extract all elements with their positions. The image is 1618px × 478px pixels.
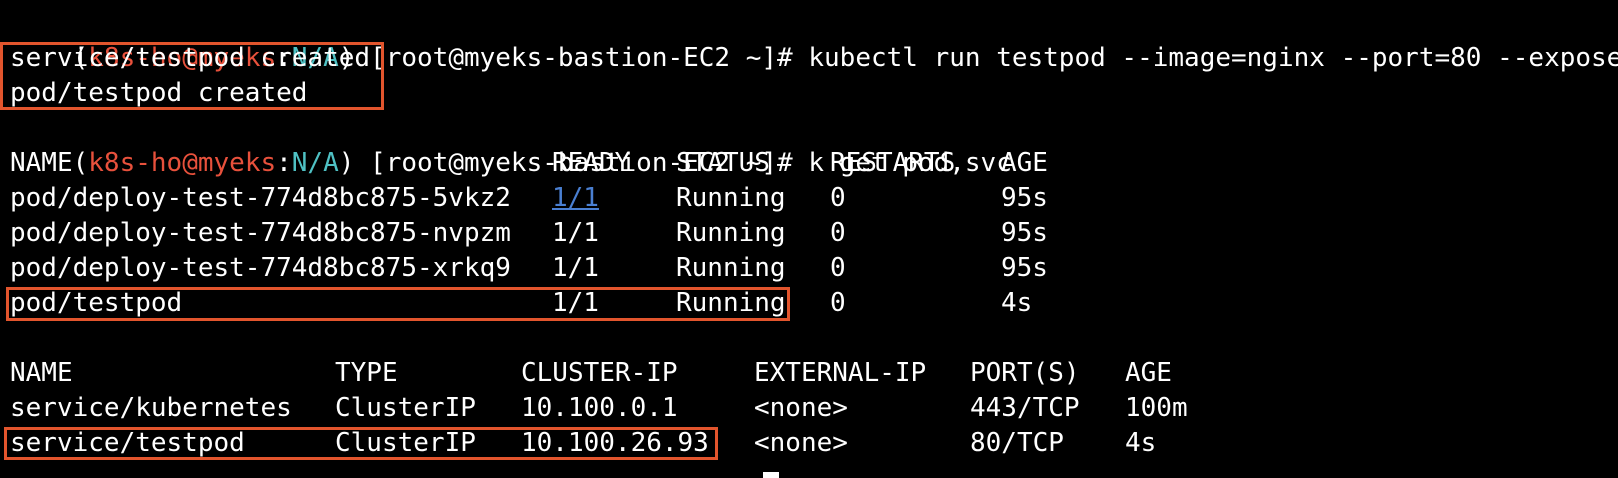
terminal-window[interactable]: (k8s-ho@myeks:N/A) [root@myeks-bastion-E… — [0, 0, 1618, 478]
svc-age: 100m — [1125, 393, 1188, 423]
pod-name: pod/deploy-test-774d8bc875-5vkz2 — [10, 183, 511, 213]
header-name: NAME — [10, 148, 73, 178]
pod-age: 95s — [1001, 218, 1048, 248]
pod-restarts: 0 — [830, 183, 846, 213]
pod-name: pod/deploy-test-774d8bc875-nvpzm — [10, 218, 511, 248]
pod-age: 95s — [1001, 183, 1048, 213]
pod-status: Running — [676, 218, 786, 248]
pod-name: pod/deploy-test-774d8bc875-xrkq9 — [10, 253, 511, 283]
pod-ready: 1/1 — [552, 218, 599, 248]
pod-ready: 1/1 — [552, 253, 599, 283]
command-line-1: (k8s-ho@myeks:N/A) [root@myeks-bastion-E… — [10, 6, 1618, 73]
pod-age: 95s — [1001, 253, 1048, 283]
header-ports: PORT(S) — [970, 358, 1080, 388]
output-line-service-created: service/testpod created — [10, 43, 371, 73]
header-cluster-ip: CLUSTER-IP — [521, 358, 678, 388]
table-row: pod/deploy-test-774d8bc875-nvpzm 1/1 Run… — [10, 216, 1600, 251]
pod-status: Running — [676, 253, 786, 283]
output-line-pod-created: pod/testpod created — [10, 78, 308, 108]
header-age: AGE — [1001, 148, 1048, 178]
pod-restarts: 0 — [830, 253, 846, 283]
pod-ready-link[interactable]: 1/1 — [552, 181, 599, 216]
svc-cluster-ip: 10.100.0.1 — [521, 393, 678, 423]
header-age: AGE — [1125, 358, 1172, 388]
svc-external-ip: <none> — [754, 428, 848, 458]
svc-cluster-ip: 10.100.26.93 — [521, 428, 709, 458]
svc-table-header: NAME TYPE CLUSTER-IP EXTERNAL-IP PORT(S)… — [10, 356, 1600, 391]
svc-external-ip: <none> — [754, 393, 848, 423]
svc-name: service/testpod — [10, 428, 245, 458]
header-status: STATUS — [676, 148, 770, 178]
svc-age: 4s — [1125, 428, 1157, 458]
header-name: NAME — [10, 358, 73, 388]
table-row: service/kubernetes ClusterIP 10.100.0.1 … — [10, 391, 1600, 426]
pod-ready: 1/1 — [552, 288, 599, 318]
table-row: pod/deploy-test-774d8bc875-xrkq9 1/1 Run… — [10, 251, 1600, 286]
pod-status: Running — [676, 288, 786, 318]
svc-name: service/kubernetes — [10, 393, 292, 423]
header-restarts: RESTARTS — [830, 148, 956, 178]
svc-ports: 80/TCP — [970, 428, 1064, 458]
table-row: pod/deploy-test-774d8bc875-5vkz2 1/1 Run… — [10, 181, 1600, 216]
pod-restarts: 0 — [830, 288, 846, 318]
pod-restarts: 0 — [830, 218, 846, 248]
svc-type: ClusterIP — [335, 393, 476, 423]
terminal-cursor — [763, 472, 779, 478]
svc-type: ClusterIP — [335, 428, 476, 458]
table-row: pod/testpod 1/1 Running 0 4s — [10, 286, 1600, 321]
table-row: service/testpod ClusterIP 10.100.26.93 <… — [10, 426, 1600, 461]
header-type: TYPE — [335, 358, 398, 388]
pod-status: Running — [676, 183, 786, 213]
pod-age: 4s — [1001, 288, 1033, 318]
command-text: kubectl run testpod --image=nginx --port… — [792, 43, 1618, 73]
prompt-host: ) [root@myeks-bastion-EC2 ~]# — [338, 43, 793, 73]
header-ready: READY — [552, 148, 631, 178]
pod-name: pod/testpod — [10, 288, 183, 318]
command-line-2: (k8s-ho@myeks:N/A) [root@myeks-bastion-E… — [10, 111, 1012, 178]
header-external-ip: EXTERNAL-IP — [754, 358, 927, 388]
pods-table-header: NAME READY STATUS RESTARTS AGE — [10, 146, 1600, 181]
svc-ports: 443/TCP — [970, 393, 1080, 423]
